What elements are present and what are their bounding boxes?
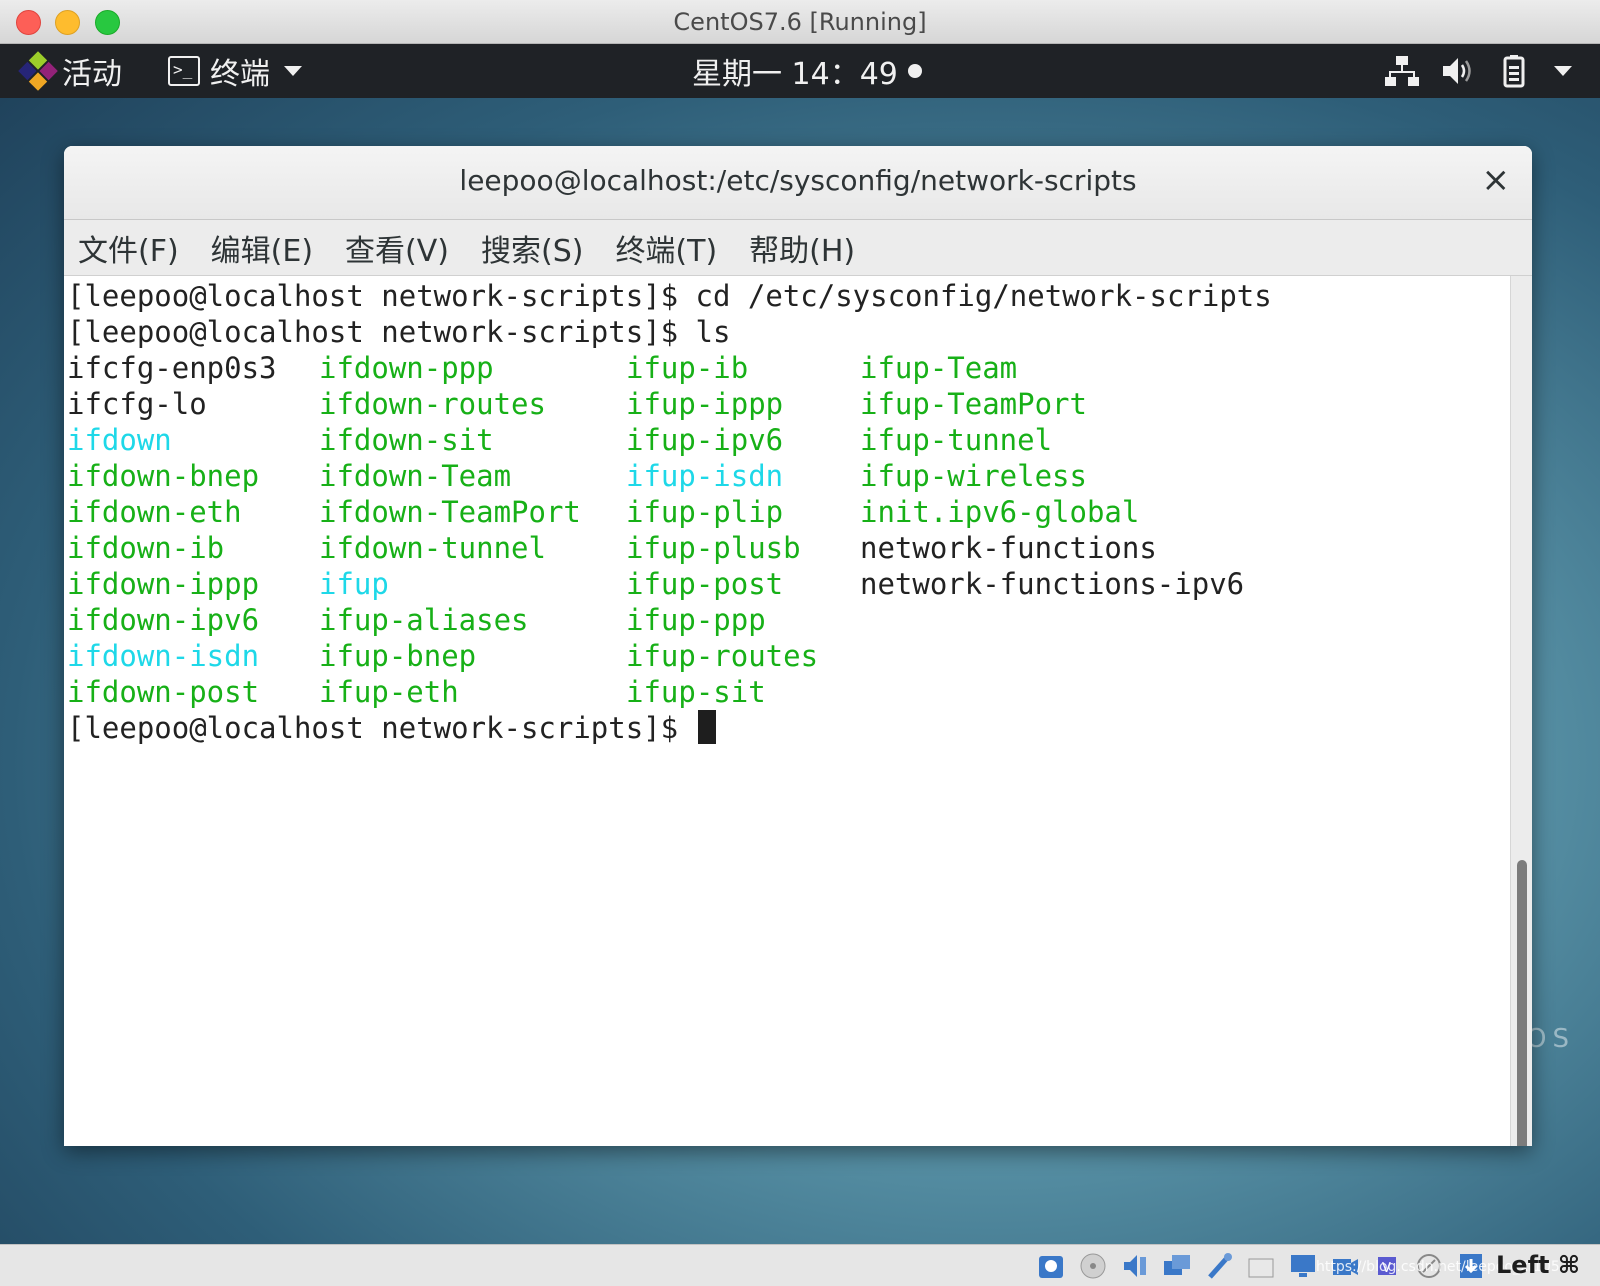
activities-label: 活动 [62, 57, 122, 92]
menu-search[interactable]: 搜索(S) [481, 226, 583, 270]
ls-row: ifdown-bnep ifdown-Team ifup-isdn ifup-wire… [67, 458, 1510, 494]
ls-entry: ifup-ipv6 [626, 423, 784, 457]
audio-icon[interactable] [1120, 1251, 1150, 1281]
activities-button[interactable]: 活动 [18, 50, 122, 92]
display-icon[interactable] [1288, 1251, 1318, 1281]
ls-entry: init.ipv6-global [860, 495, 1140, 529]
ls-entry: ifdown-routes [319, 387, 546, 421]
ls-entry: ifup-tunnel [860, 423, 1053, 457]
ls-entry: ifup-plusb [626, 531, 801, 565]
ls-entry: ifup-sit [626, 675, 766, 709]
ls-entry: ifdown-bnep [67, 459, 260, 493]
app-menu-label: 终端 [210, 57, 270, 92]
ls-entry: ifup-ib [626, 351, 749, 385]
ls-entry: ifdown-ppp [319, 351, 494, 385]
menu-file[interactable]: 文件(F) [78, 226, 179, 270]
volume-icon[interactable] [1440, 54, 1476, 88]
ls-row: ifdown-ib ifdown-tunnel ifup-plusb network-… [67, 530, 1510, 566]
ls-row: ifcfg-enp0s3 ifdown-ppp ifup-ib ifup-Team [67, 350, 1510, 386]
ls-entry: ifdown [67, 423, 172, 457]
ls-entry: ifup-routes [626, 639, 819, 673]
notification-dot-icon [907, 64, 922, 78]
terminal-scrollbar[interactable] [1510, 276, 1532, 1146]
ls-entry: ifdown-Team [319, 459, 512, 493]
ls-entry: ifup-TeamPort [860, 387, 1087, 421]
ls-row: ifdown-isdn ifup-bnep ifup-routes [67, 638, 1510, 674]
menu-terminal[interactable]: 终端(T) [615, 226, 717, 270]
ls-entry: ifdown-ib [67, 531, 225, 565]
ls-entry: ifup-post [626, 567, 784, 601]
clock-button[interactable]: 星期一 14：49 [692, 50, 922, 92]
ls-row: ifdown-ipv6 ifup-aliases ifup-ppp [67, 602, 1510, 638]
centos-logo-icon [18, 51, 58, 91]
optical-drive-icon[interactable] [1078, 1251, 1108, 1281]
ls-row: ifdown-ippp ifup ifup-post network-function… [67, 566, 1510, 602]
terminal-title: leepoo@localhost:/etc/sysconfig/network-… [459, 164, 1137, 197]
command-line: [leepoo@localhost network-scripts]$ ls [67, 315, 731, 349]
ls-entry: ifcfg-lo [67, 387, 207, 421]
ls-entry: ifdown-isdn [67, 639, 260, 673]
ls-entry: ifup-isdn [626, 459, 784, 493]
gnome-top-bar: 活动 >_ 终端 星期一 14：49 [0, 44, 1600, 98]
ls-entry: ifdown-tunnel [319, 531, 546, 565]
ls-entry: ifup-eth [319, 675, 459, 709]
ls-entry: ifup-ippp [626, 387, 784, 421]
text-cursor [697, 710, 716, 744]
ls-entry: ifdown-eth [67, 495, 242, 529]
host-window-title: CentOS7.6 [Running] [673, 8, 927, 36]
menu-edit[interactable]: 编辑(E) [211, 226, 313, 270]
terminal-window: leepoo@localhost:/etc/sysconfig/network-… [64, 146, 1532, 1146]
network-adapter-icon[interactable] [1162, 1251, 1192, 1281]
ls-row: ifcfg-lo ifdown-routes ifup-ippp ifup-TeamP… [67, 386, 1510, 422]
terminal-titlebar[interactable]: leepoo@localhost:/etc/sysconfig/network-… [64, 146, 1532, 220]
ls-entry: ifup-wireless [860, 459, 1087, 493]
host-key-label: Left ⌘ [1496, 1251, 1581, 1279]
virtualbox-status-bar: V https://blog.csdn.net/leepoo_xf105 Lef… [0, 1244, 1600, 1286]
app-menu[interactable]: >_ 终端 [168, 50, 302, 92]
ls-entry: ifup-ppp [626, 603, 766, 637]
scrollbar-thumb[interactable] [1517, 860, 1527, 1146]
menu-view[interactable]: 查看(V) [345, 226, 449, 270]
ls-row: ifdown ifdown-sit ifup-ipv6 ifup-tunnel [67, 422, 1510, 458]
system-menu-chevron-icon[interactable] [1554, 66, 1572, 76]
ls-entry: ifdown-sit [319, 423, 494, 457]
ls-entry: ifdown-ippp [67, 567, 260, 601]
ls-entry: ifdown-TeamPort [319, 495, 581, 529]
terminal-app-icon: >_ [168, 56, 200, 86]
ls-row: ifdown-eth ifdown-TeamPort ifup-plip init.i… [67, 494, 1510, 530]
ls-entry: ifcfg-enp0s3 [67, 351, 277, 385]
terminal-menubar: 文件(F) 编辑(E) 查看(V) 搜索(S) 终端(T) 帮助(H) [64, 220, 1532, 276]
menu-help[interactable]: 帮助(H) [749, 226, 855, 270]
shared-folder-icon[interactable] [1246, 1251, 1276, 1281]
chevron-down-icon [284, 66, 302, 76]
host-window-titlebar: CentOS7.6 [Running] [0, 0, 1600, 44]
clock-label: 星期一 14：49 [692, 57, 898, 92]
ls-entry: ifup [319, 567, 389, 601]
desktop-watermark: OS [1526, 1024, 1575, 1054]
ls-entry: ifdown-ipv6 [67, 603, 260, 637]
usb-icon[interactable] [1204, 1251, 1234, 1281]
prompt-text: [leepoo@localhost network-scripts]$ [67, 711, 696, 745]
hard-disk-icon[interactable] [1036, 1251, 1066, 1281]
ls-row: ifdown-post ifup-eth ifup-sit [67, 674, 1510, 710]
command-line: [leepoo@localhost network-scripts]$ cd /… [67, 279, 1272, 313]
prompt-line: [leepoo@localhost network-scripts]$ [67, 710, 1510, 746]
network-wired-icon[interactable] [1384, 54, 1420, 88]
guest-desktop: OS 活动 >_ 终端 星期一 14：49 leepoo@localhost:/… [0, 44, 1600, 1244]
ls-entry: ifdown-post [67, 675, 260, 709]
ls-entry: ifup-Team [860, 351, 1018, 385]
ls-output: ifcfg-enp0s3 ifdown-ppp ifup-ib ifup-Team if… [67, 350, 1510, 710]
ls-entry: ifup-bnep [319, 639, 477, 673]
ls-entry: network-functions-ipv6 [860, 567, 1245, 601]
ls-entry: network-functions [860, 531, 1157, 565]
terminal-output[interactable]: [leepoo@localhost network-scripts]$ cd /… [64, 276, 1510, 1146]
battery-icon[interactable] [1496, 54, 1532, 88]
ls-entry: ifup-plip [626, 495, 784, 529]
close-terminal-button[interactable]: × [1482, 160, 1511, 200]
ls-entry: ifup-aliases [319, 603, 529, 637]
